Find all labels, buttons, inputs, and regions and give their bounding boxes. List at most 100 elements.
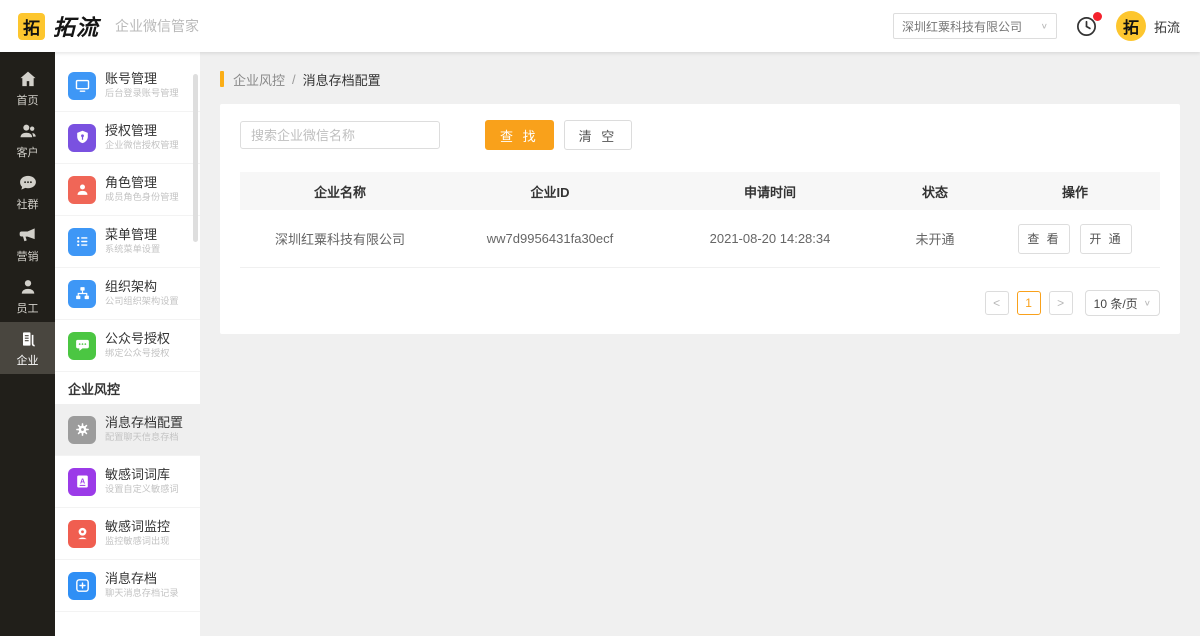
sidebar-item-subtitle: 企业微信授权管理 (105, 140, 179, 152)
search-toolbar: 查 找 清 空 (240, 120, 1160, 150)
prev-page-button[interactable]: < (985, 291, 1009, 315)
sidebar-item-account-management[interactable]: 账号管理 后台登录账号管理 (55, 60, 200, 112)
rail-item-marketing[interactable]: 营销 (0, 218, 55, 270)
brand-logo-icon: 拓 (18, 13, 45, 40)
company-select-value: 深圳红粟科技有限公司 (902, 18, 1022, 35)
next-page-button[interactable]: > (1049, 291, 1073, 315)
column-header-corp-name: 企业名称 (240, 182, 440, 201)
header-right: 深圳红粟科技有限公司 ∨ 拓 拓流 (893, 11, 1180, 41)
notification-badge (1093, 12, 1102, 21)
notifications-button[interactable] (1075, 15, 1098, 38)
official-account-icon (68, 332, 96, 360)
sidebar-item-official-account-auth[interactable]: 公众号授权 绑定公众号授权 (55, 320, 200, 372)
cell-corp-id: ww7d9956431fa30ecf (440, 231, 660, 246)
column-header-actions: 操作 (990, 182, 1160, 201)
column-header-corp-id: 企业ID (440, 182, 660, 201)
sidebar-item-title: 组织架构 (105, 279, 185, 294)
brand-name: 拓流 (53, 10, 99, 42)
chevron-down-icon: ∨ (1144, 299, 1151, 308)
breadcrumb-separator: / (292, 72, 296, 87)
sidebar-item-message-archive-config[interactable]: 消息存档配置 配置聊天信息存档 (55, 404, 200, 456)
sensitive-words-icon: A (68, 468, 96, 496)
shield-key-icon (68, 124, 96, 152)
user-name: 拓流 (1154, 17, 1180, 36)
page-1-button[interactable]: 1 (1017, 291, 1041, 315)
customers-icon (18, 121, 38, 141)
open-button[interactable]: 开 通 (1080, 224, 1132, 254)
sidebar-item-authorization-management[interactable]: 授权管理 企业微信授权管理 (55, 112, 200, 164)
sidebar-item-subtitle: 聊天消息存档记录 (105, 588, 179, 600)
find-button[interactable]: 查 找 (485, 120, 554, 150)
view-button[interactable]: 查 看 (1018, 224, 1070, 254)
megaphone-icon (18, 225, 38, 245)
monitor-icon (68, 72, 96, 100)
rail-item-enterprise[interactable]: 企业 (0, 322, 55, 374)
sidebar-item-title: 消息存档 (105, 571, 185, 586)
column-header-apply-time: 申请时间 (660, 182, 880, 201)
search-input[interactable] (240, 121, 440, 149)
gear-icon (68, 416, 96, 444)
table-row: 深圳红粟科技有限公司 ww7d9956431fa30ecf 2021-08-20… (240, 210, 1160, 268)
sidebar-item-subtitle: 配置聊天信息存档 (105, 432, 179, 444)
rail-item-community[interactable]: 社群 (0, 166, 55, 218)
sidebar-item-title: 角色管理 (105, 175, 185, 190)
breadcrumb-current: 消息存档配置 (303, 70, 381, 89)
role-user-icon (68, 176, 96, 204)
breadcrumb: 企业风控 / 消息存档配置 (220, 70, 1180, 88)
sidebar-item-subtitle: 后台登录账号管理 (105, 88, 179, 100)
cell-actions: 查 看 开 通 (990, 224, 1160, 254)
sidebar-item-subtitle: 成员角色身份管理 (105, 192, 179, 204)
rail-label: 营销 (17, 248, 39, 264)
rail-item-staff[interactable]: 员工 (0, 270, 55, 322)
app-header: 拓 拓流 企业微信管家 深圳红粟科技有限公司 ∨ 拓 拓流 (0, 0, 1200, 52)
sidebar-item-title: 公众号授权 (105, 331, 175, 346)
sidebar-scrollbar[interactable] (193, 74, 198, 242)
pagination: < 1 > 10 条/页 ∨ (240, 290, 1160, 316)
home-icon (18, 69, 38, 89)
svg-text:A: A (79, 477, 84, 485)
chevron-down-icon: ∨ (1041, 22, 1048, 31)
sidebar-item-title: 菜单管理 (105, 227, 165, 242)
company-select[interactable]: 深圳红粟科技有限公司 ∨ (893, 13, 1057, 39)
org-chart-icon (68, 280, 96, 308)
sidebar-item-org-structure[interactable]: 组织架构 公司组织架构设置 (55, 268, 200, 320)
sidebar-item-message-archive[interactable]: 消息存档 聊天消息存档记录 (55, 560, 200, 612)
table-header: 企业名称 企业ID 申请时间 状态 操作 (240, 172, 1160, 210)
menu-list-icon (68, 228, 96, 256)
sidebar-item-subtitle: 系统菜单设置 (105, 244, 160, 256)
sidebar: 账号管理 后台登录账号管理 授权管理 企业微信授权管理 角色管理 成员角色身份管… (55, 52, 200, 636)
sidebar-item-role-management[interactable]: 角色管理 成员角色身份管理 (55, 164, 200, 216)
sidebar-item-title: 敏感词词库 (105, 467, 185, 482)
rail-label: 首页 (17, 92, 39, 108)
avatar[interactable]: 拓 (1116, 11, 1146, 41)
sidebar-item-menu-management[interactable]: 菜单管理 系统菜单设置 (55, 216, 200, 268)
archive-icon (68, 572, 96, 600)
page-size-value: 10 条/页 (1094, 295, 1138, 312)
rail-label: 客户 (17, 144, 39, 160)
sidebar-item-subtitle: 公司组织架构设置 (105, 296, 179, 308)
breadcrumb-parent[interactable]: 企业风控 (233, 70, 285, 89)
sidebar-item-subtitle: 监控敏感词出现 (105, 536, 169, 548)
status-badge: 未开通 (880, 229, 990, 248)
sidebar-section-risk-control: 企业风控 (55, 372, 200, 404)
clear-button[interactable]: 清 空 (564, 120, 633, 150)
corp-table: 企业名称 企业ID 申请时间 状态 操作 深圳红粟科技有限公司 ww7d9956… (240, 172, 1160, 268)
rail-item-customers[interactable]: 客户 (0, 114, 55, 166)
rail-label: 社群 (17, 196, 39, 212)
sidebar-item-sensitive-word-library[interactable]: A 敏感词词库 设置自定义敏感词 (55, 456, 200, 508)
rail-label: 企业 (17, 352, 39, 368)
rail-item-home[interactable]: 首页 (0, 62, 55, 114)
sidebar-item-sensitive-word-monitor[interactable]: 敏感词监控 监控敏感词出现 (55, 508, 200, 560)
chat-bubble-icon (18, 173, 38, 193)
sidebar-item-title: 敏感词监控 (105, 519, 175, 534)
main-content: 企业风控 / 消息存档配置 查 找 清 空 企业名称 企业ID 申请时间 状态 … (200, 52, 1200, 636)
sidebar-item-subtitle: 设置自定义敏感词 (105, 484, 179, 496)
monitor-camera-icon (68, 520, 96, 548)
cell-apply-time: 2021-08-20 14:28:34 (660, 231, 880, 246)
page-size-select[interactable]: 10 条/页 ∨ (1085, 290, 1160, 316)
person-icon (18, 277, 38, 297)
sidebar-item-title: 授权管理 (105, 123, 185, 138)
app-title: 企业微信管家 (115, 16, 199, 36)
column-header-status: 状态 (880, 182, 990, 201)
nav-rail: 首页 客户 社群 营销 员工 (0, 52, 55, 636)
